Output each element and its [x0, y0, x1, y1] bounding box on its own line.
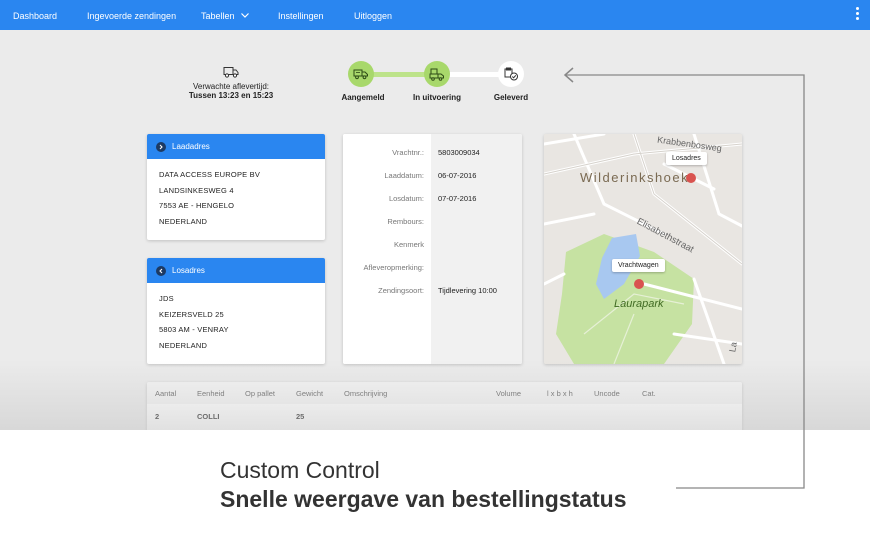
caption-subtitle: Snelle weergave van bestellingstatus — [220, 486, 627, 512]
callout-connector — [563, 67, 805, 489]
caption-title: Custom Control — [220, 457, 380, 483]
screenshot-stage: Dashboard Ingevoerde zendingen Tabellen … — [0, 0, 870, 544]
